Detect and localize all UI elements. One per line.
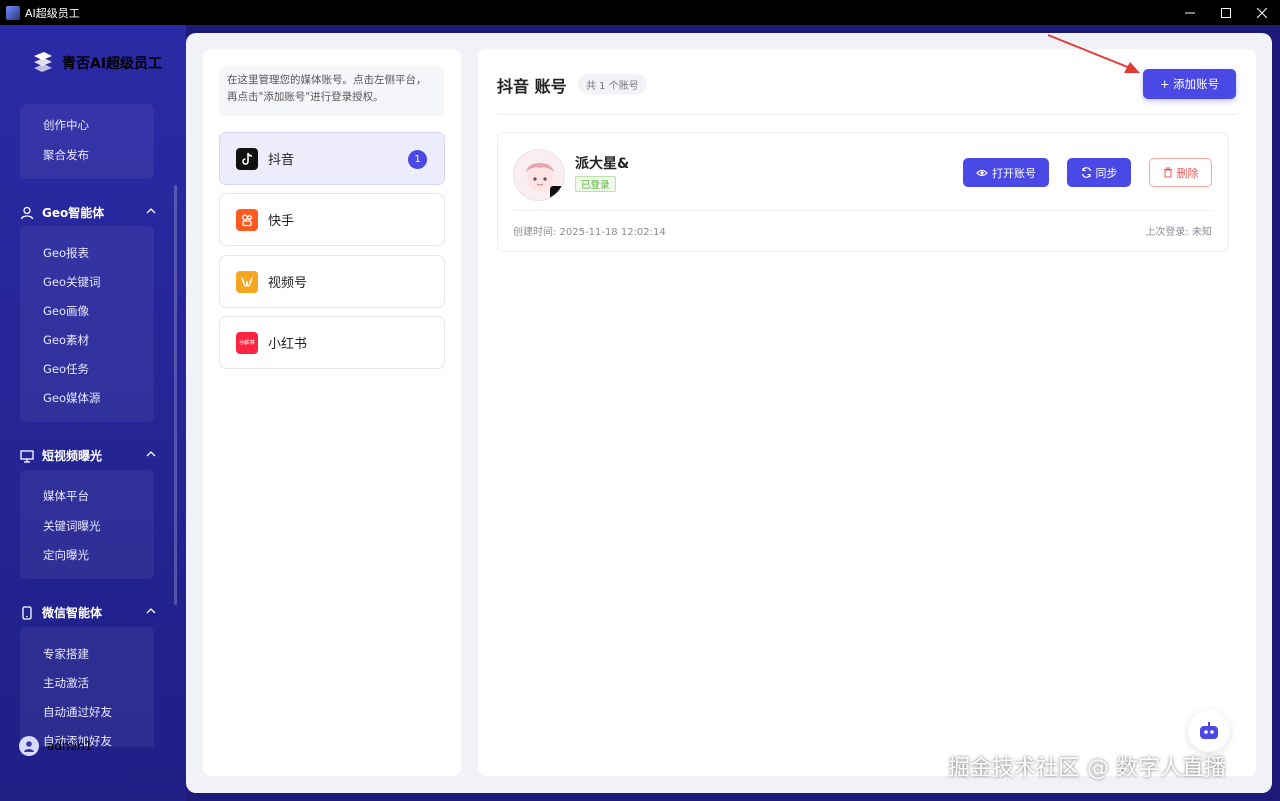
user-icon [20, 206, 34, 219]
platform-count-badge: 1 [408, 150, 427, 169]
platform-kuaishou-label: 快手 [268, 214, 295, 229]
eye-icon [976, 169, 988, 176]
close-icon[interactable] [1244, 0, 1280, 25]
douyin-icon [236, 147, 258, 170]
add-account-button[interactable]: + 添加账号 [1143, 69, 1236, 99]
platform-tip: 在这里管理您的媒体账号。点击左侧平台，再点击"添加账号"进行登录授权。 [219, 66, 444, 116]
account-created-time: 创建时间: 2025-11-18 12:02:14 [513, 227, 666, 238]
sidebar-scrollbar[interactable] [174, 185, 177, 605]
sidebar-top-group: 创作中心 聚合发布 [20, 104, 154, 179]
sidebar-group-wechat-label: 微信智能体 [42, 606, 103, 620]
robot-icon [1200, 722, 1218, 739]
kuaishou-icon [236, 208, 258, 231]
platform-shipinhao-label: 视频号 [268, 276, 308, 291]
avatar [19, 736, 39, 756]
account-last-login: 上次登录: 未知 [1145, 227, 1212, 238]
delete-label: 删除 [1176, 166, 1199, 180]
login-status-badge: 已登录 [575, 176, 616, 192]
trash-icon [1163, 167, 1172, 178]
delete-button[interactable]: 删除 [1149, 158, 1212, 187]
sync-label: 同步 [1095, 166, 1118, 180]
sidebar-wechat-items: 专家搭建 主动激活 自动通过好友 自动添加好友 [20, 627, 154, 748]
sidebar-item-media-platform[interactable]: 媒体平台 [43, 488, 89, 504]
platform-douyin[interactable]: 抖音 1 [219, 132, 445, 185]
header-divider [497, 114, 1237, 115]
account-avatar [513, 149, 565, 201]
sidebar-item-auto-accept-friends[interactable]: 自动通过好友 [43, 704, 112, 720]
platform-shipinhao[interactable]: 视频号 [219, 255, 445, 308]
sidebar-item-keyword-exposure[interactable]: 关键词曝光 [43, 518, 101, 534]
window-controls [1172, 0, 1280, 25]
window-title-bar: AI超级员工 [0, 0, 1280, 25]
presentation-icon [20, 449, 34, 463]
xiaohongshu-icon: 小红书 [236, 331, 258, 354]
sidebar-short-video-items: 媒体平台 关键词曝光 定向曝光 [20, 470, 154, 579]
phone-icon [22, 605, 32, 620]
sync-button[interactable]: 同步 [1067, 158, 1131, 187]
maximize-icon[interactable] [1208, 0, 1244, 25]
app-icon [6, 5, 20, 20]
assistant-bot-button[interactable] [1188, 710, 1230, 752]
platform-kuaishou[interactable]: 快手 [219, 193, 445, 246]
shipinhao-icon [236, 270, 258, 293]
sidebar-item-geo-portrait[interactable]: Geo画像 [43, 303, 89, 319]
sidebar-item-targeted-exposure[interactable]: 定向曝光 [43, 547, 89, 563]
xiaohongshu-icon-text: 小红书 [239, 340, 255, 346]
account-card-divider [513, 210, 1213, 211]
douyin-mini-icon [550, 186, 564, 200]
chevron-up-icon [146, 451, 156, 457]
open-account-button[interactable]: 打开账号 [963, 158, 1049, 187]
sidebar-group-wechat[interactable]: 微信智能体 [20, 604, 156, 621]
sync-icon [1081, 167, 1091, 178]
sidebar-group-short-video[interactable]: 短视频曝光 [20, 447, 156, 464]
page-title: 抖音 账号 [497, 77, 567, 96]
username: admin1 [47, 739, 93, 753]
open-account-label: 打开账号 [992, 166, 1036, 180]
platform-douyin-label: 抖音 [268, 153, 295, 168]
account-name: 派大星& [575, 156, 630, 172]
sidebar-geo-items: Geo报表 Geo关键词 Geo画像 Geo素材 Geo任务 Geo媒体源 [20, 226, 154, 422]
watermark: 掘金技术社区 @ 数字人直播 [948, 756, 1226, 781]
sidebar-item-active-activation[interactable]: 主动激活 [43, 675, 89, 691]
window-title: AI超级员工 [25, 6, 80, 20]
account-count-badge: 共 1 个账号 [578, 74, 647, 94]
sidebar-item-aggregate-publish[interactable]: 聚合发布 [43, 147, 89, 163]
sidebar-item-expert-build[interactable]: 专家搭建 [43, 646, 89, 662]
sidebar-item-geo-keyword[interactable]: Geo关键词 [43, 274, 101, 290]
brand-name: 青否AI超级员工 [62, 56, 163, 72]
chevron-up-icon [146, 608, 156, 614]
platform-xiaohongshu[interactable]: 小红书 小红书 [219, 316, 445, 369]
sidebar-item-geo-media-source[interactable]: Geo媒体源 [43, 390, 101, 406]
user-profile[interactable]: admin1 [19, 736, 92, 756]
sidebar-group-geo[interactable]: Geo智能体 [20, 204, 156, 221]
sidebar-item-geo-task[interactable]: Geo任务 [43, 361, 89, 377]
sidebar-group-short-video-label: 短视频曝光 [42, 449, 103, 463]
brand-logo-icon [34, 52, 52, 72]
annotation-arrow-icon [1047, 34, 1140, 73]
minimize-icon[interactable] [1172, 0, 1208, 25]
sidebar-item-geo-material[interactable]: Geo素材 [43, 332, 89, 348]
user-avatar-icon [24, 741, 34, 752]
platform-xiaohongshu-label: 小红书 [268, 337, 308, 352]
sidebar-item-geo-report[interactable]: Geo报表 [43, 245, 89, 261]
brand: 青否AI超级员工 [30, 50, 162, 76]
chevron-up-icon [146, 208, 156, 214]
sidebar-item-create-center[interactable]: 创作中心 [43, 117, 89, 133]
sidebar-group-geo-label: Geo智能体 [42, 206, 105, 220]
